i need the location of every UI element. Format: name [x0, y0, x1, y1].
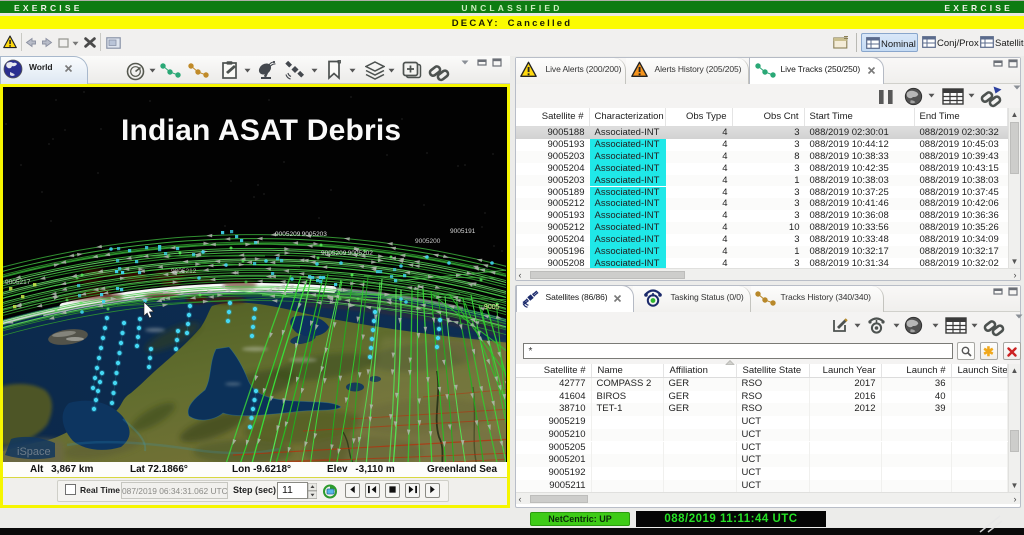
svg-text:9005: 9005 [484, 304, 500, 311]
svg-text:Indian ASAT Debris: Indian ASAT Debris [121, 114, 401, 147]
svg-text:9005200: 9005200 [415, 238, 441, 245]
svg-text:9005209 9005202: 9005209 9005202 [321, 250, 373, 257]
svg-text:iSpace: iSpace [17, 446, 51, 458]
svg-text:9005209 9005203: 9005209 9005203 [275, 231, 327, 238]
svg-text:9005217: 9005217 [5, 279, 31, 286]
svg-text:9005191: 9005191 [450, 228, 476, 235]
svg-text:9005212: 9005212 [171, 268, 197, 275]
